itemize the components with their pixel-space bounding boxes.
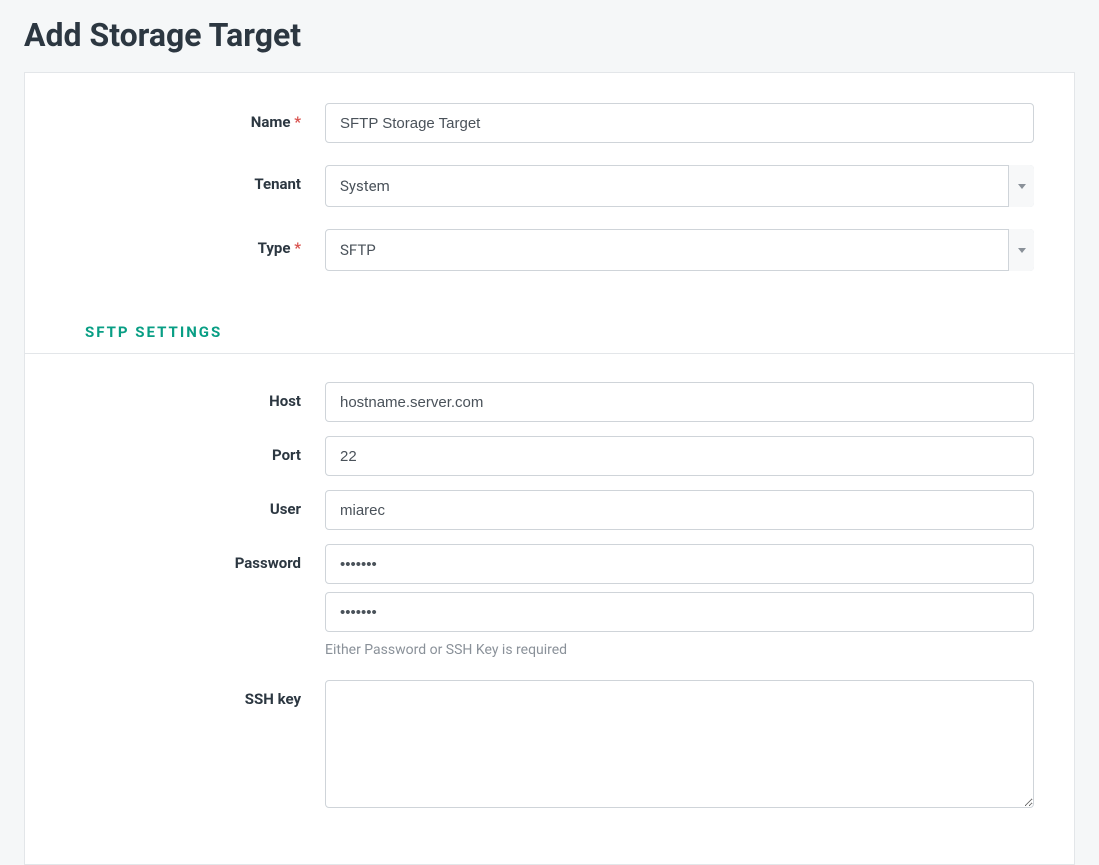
label-tenant: Tenant [65,165,325,193]
label-name: Name * [65,103,325,131]
label-type: Type * [65,229,325,257]
page-title: Add Storage Target [0,0,1099,72]
type-select[interactable]: SFTP [325,229,1034,271]
label-port: Port [65,436,325,464]
label-type-text: Type [258,239,291,257]
control-port [325,436,1034,476]
label-host: Host [65,382,325,410]
row-name: Name * [65,103,1034,143]
host-input[interactable] [325,382,1034,422]
required-indicator: * [294,113,301,131]
control-password: Either Password or SSH Key is required [325,544,1034,658]
label-port-text: Port [272,446,301,464]
row-user: User [65,490,1034,530]
label-user-text: User [270,500,301,518]
label-name-text: Name [251,113,291,131]
row-port: Port [65,436,1034,476]
password-input[interactable] [325,544,1034,584]
row-ssh-key: SSH key [65,680,1034,812]
name-input[interactable] [325,103,1034,143]
label-password-text: Password [235,554,301,572]
section-sftp-settings: SFTP SETTINGS [25,293,1074,354]
port-input[interactable] [325,436,1034,476]
tenant-select-value: System [325,165,1034,207]
row-host: Host [65,382,1034,422]
required-indicator: * [294,239,301,257]
row-tenant: Tenant System [65,165,1034,207]
row-type: Type * SFTP [65,229,1034,271]
password-confirm-input[interactable] [325,592,1034,632]
ssh-key-textarea[interactable] [325,680,1034,808]
password-help-text: Either Password or SSH Key is required [325,642,1034,658]
control-user [325,490,1034,530]
tenant-select[interactable]: System [325,165,1034,207]
control-tenant: System [325,165,1034,207]
control-host [325,382,1034,422]
control-type: SFTP [325,229,1034,271]
label-ssh-key-text: SSH key [245,690,301,708]
form-card: Name * Tenant System Type * SFT [24,72,1075,865]
control-ssh-key [325,680,1034,812]
control-name [325,103,1034,143]
user-input[interactable] [325,490,1034,530]
row-password: Password Either Password or SSH Key is r… [65,544,1034,658]
label-host-text: Host [269,392,301,410]
label-user: User [65,490,325,518]
label-password: Password [65,544,325,572]
label-ssh-key: SSH key [65,680,325,708]
type-select-value: SFTP [325,229,1034,271]
label-tenant-text: Tenant [254,175,301,193]
